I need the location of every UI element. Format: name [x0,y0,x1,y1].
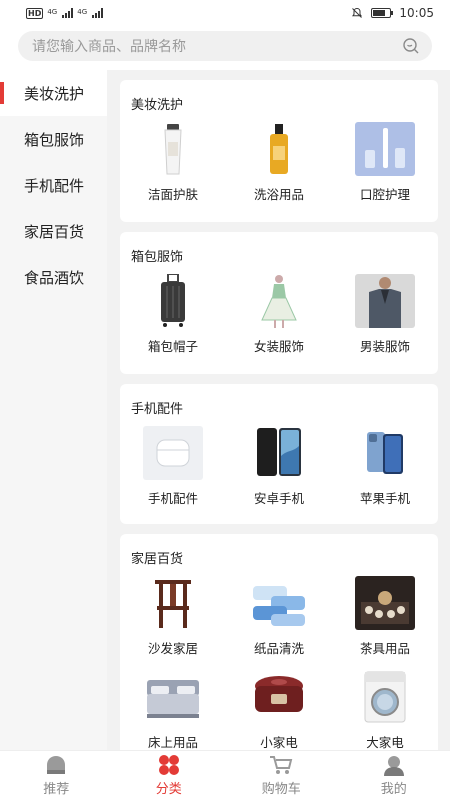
category-tile-label: 纸品清洗 [253,641,304,656]
washing-machine-icon [355,670,415,724]
category-tile-label: 大家电 [366,735,404,750]
category-tile-label: 床上用品 [147,735,198,750]
electric-toothbrush-icon [355,122,415,176]
clock: 10:05 [399,6,434,20]
tab-label: 我的 [380,782,407,797]
bottom-tab-bar: 推荐 分类 购物车 我的 [0,750,450,800]
network-type-label-2: 4G [77,7,88,16]
category-tile-label: 洗浴用品 [253,187,304,202]
section-title: 箱包服饰 [131,250,184,265]
category-tile-phone-accessories[interactable]: 手机配件 [120,426,226,520]
search-input[interactable]: 请您输入商品、品牌名称 [32,36,402,56]
sidebar-item-label: 手机配件 [24,176,85,195]
category-tile-mens[interactable]: 男装服饰 [332,274,438,368]
search-bar[interactable]: 请您输入商品、品牌名称 [18,31,432,61]
tab-label: 购物车 [261,782,301,797]
category-tile-label: 箱包帽子 [147,339,198,354]
category-tile-tissue[interactable]: 纸品清洗 [226,576,332,670]
tab-mine[interactable]: 我的 [338,751,450,800]
category-tile-tea-set[interactable]: 茶具用品 [332,576,438,670]
wooden-chair-icon [143,576,203,630]
mute-bell-icon [352,7,363,18]
signal-strength-icon-2 [92,8,104,18]
status-left: HD 4G 4G [26,7,104,19]
home-icon [44,754,68,776]
section-title: 美妆洗护 [131,98,184,113]
battery-icon [371,8,394,18]
tea-set-icon [355,576,415,630]
category-tile-label: 苹果手机 [359,491,410,506]
section-card-home-goods: 家居百货 沙发家居 纸品清洗 茶具用品 床上用品 小家电 大家电 [120,534,438,750]
category-tile-label: 茶具用品 [359,641,410,656]
section-card-beauty: 美妆洗护 洁面护肤 洗浴用品 口腔护理 [120,80,438,222]
category-tile-label: 男装服饰 [359,339,410,354]
section-title: 手机配件 [131,402,184,417]
category-tile-bath[interactable]: 洗浴用品 [226,122,332,216]
sidebar-item-phone-accessories[interactable]: 手机配件 [0,162,107,208]
category-tile-womens[interactable]: 女装服饰 [226,274,332,368]
sidebar-item-label: 美妆洗护 [24,84,85,103]
tab-cart[interactable]: 购物车 [225,751,338,800]
category-tile-bedding[interactable]: 床上用品 [120,670,226,750]
category-tile-label: 沙发家居 [147,641,198,656]
category-tile-label: 小家电 [260,735,298,750]
android-phone-icon [249,426,309,480]
category-sidebar: 美妆洗护 箱包服饰 手机配件 家居百货 食品酒饮 [0,70,107,750]
profile-icon [382,754,406,776]
section-card-bags-apparel: 箱包服饰 箱包帽子 女装服饰 男装服饰 [120,232,438,374]
sidebar-item-food-drinks[interactable]: 食品酒饮 [0,254,107,300]
tissue-pack-icon [249,576,309,630]
sidebar-item-beauty[interactable]: 美妆洗护 [0,70,107,116]
category-tile-bags-hats[interactable]: 箱包帽子 [120,274,226,368]
category-tile-small-appliance[interactable]: 小家电 [226,670,332,750]
category-tile-label: 洁面护肤 [147,187,198,202]
sidebar-item-home-goods[interactable]: 家居百货 [0,208,107,254]
tab-category[interactable]: 分类 [113,751,226,800]
tab-label: 分类 [155,782,182,797]
status-right: 10:05 [351,6,434,20]
hd-badge: HD [26,7,44,19]
category-content: 美妆洗护 洁面护肤 洗浴用品 口腔护理 箱包服饰 箱包帽子 女装服饰 男装服饰 … [107,70,450,750]
category-tile-cleanser[interactable]: 洁面护肤 [120,122,226,216]
category-tile-label: 女装服饰 [253,339,304,354]
category-tile-label: 口腔护理 [359,187,410,202]
face-cream-icon [143,122,203,176]
sidebar-item-label: 食品酒饮 [24,268,85,287]
category-tile-android[interactable]: 安卓手机 [226,426,332,520]
section-card-phone-accessories: 手机配件 手机配件 安卓手机 苹果手机 [120,384,438,524]
status-bar: HD 4G 4G 10:05 [0,0,450,26]
section-title: 家居百货 [131,552,184,567]
sidebar-item-bags-apparel[interactable]: 箱包服饰 [0,116,107,162]
earbuds-case-icon [143,426,203,480]
category-tile-iphone[interactable]: 苹果手机 [332,426,438,520]
mens-jacket-icon [355,274,415,328]
body-oil-icon [249,122,309,176]
tab-label: 推荐 [43,782,70,797]
search-icon[interactable] [402,37,420,55]
suitcase-icon [143,274,203,328]
category-icon [157,754,181,776]
signal-strength-icon [62,8,74,18]
iphone-icon [355,426,415,480]
bed-icon [143,670,203,724]
category-tile-large-appliance[interactable]: 大家电 [332,670,438,750]
network-type-label: 4G [47,7,58,16]
category-tile-oral[interactable]: 口腔护理 [332,122,438,216]
dress-icon [249,274,309,328]
category-tile-label: 手机配件 [147,491,198,506]
sidebar-item-label: 家居百货 [24,222,85,241]
category-tile-label: 安卓手机 [253,491,304,506]
cart-icon [269,754,293,776]
sidebar-item-label: 箱包服饰 [24,130,85,149]
tab-recommend[interactable]: 推荐 [0,751,113,800]
category-tile-furniture[interactable]: 沙发家居 [120,576,226,670]
rice-cooker-icon [249,670,309,724]
